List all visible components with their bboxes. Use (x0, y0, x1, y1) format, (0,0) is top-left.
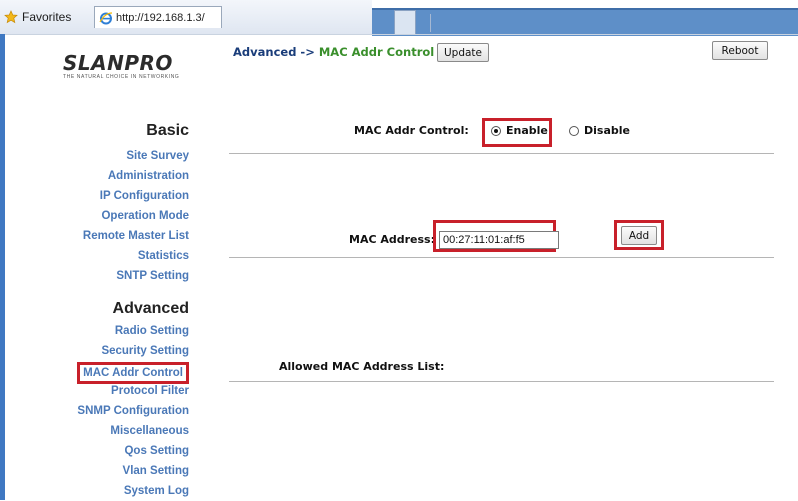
favorites-bar-inner: Favorites http://192.168.1.3/ (0, 0, 372, 35)
disable-label: Disable (584, 124, 630, 137)
sidebar-item-statistics[interactable]: Statistics (0, 246, 189, 266)
radio-selected-dot (494, 128, 498, 133)
main-content: Advanced -> MAC Addr Control Update Rebo… (229, 35, 798, 500)
favorites-bar: Favorites http://192.168.1.3/ (0, 0, 798, 36)
logo-tagline: THE NATURAL CHOICE IN NETWORKING (63, 74, 180, 80)
browser-tab[interactable]: http://192.168.1.3/ (94, 6, 222, 28)
divider-1 (229, 153, 774, 154)
sidebar-item-ip-configuration[interactable]: IP Configuration (0, 186, 189, 206)
mac-control-label: MAC Addr Control: (354, 124, 469, 137)
sidebar-item-administration[interactable]: Administration (0, 166, 189, 186)
enable-label: Enable (506, 124, 548, 137)
sidebar: SLANPRO THE NATURAL CHOICE IN NETWORKING… (5, 35, 225, 500)
sidebar-item-remote-master-list[interactable]: Remote Master List (0, 226, 189, 246)
basic-menu: Site Survey Administration IP Configurat… (0, 146, 189, 286)
star-icon (4, 10, 18, 24)
divider-2 (229, 257, 774, 258)
lanpro-logo: SLANPRO THE NATURAL CHOICE IN NETWORKING (63, 53, 197, 87)
add-button[interactable]: Add (621, 226, 657, 245)
disable-radio[interactable] (569, 125, 579, 136)
sidebar-item-miscellaneous[interactable]: Miscellaneous (0, 421, 189, 441)
divider-3 (229, 381, 774, 382)
new-tab-button[interactable] (394, 10, 416, 35)
sidebar-item-security-setting[interactable]: Security Setting (0, 341, 189, 361)
allowed-mac-list-label: Allowed MAC Address List: (279, 360, 445, 373)
advanced-section-title: Advanced (112, 300, 189, 317)
enable-radio[interactable] (491, 125, 501, 136)
sidebar-item-sntp-setting[interactable]: SNTP Setting (0, 266, 189, 286)
sidebar-item-vlan-setting[interactable]: Vlan Setting (0, 461, 189, 481)
enable-option[interactable]: Enable (491, 124, 548, 137)
advanced-menu: Radio Setting Security Setting MAC Addr … (0, 321, 189, 501)
logo-text: SLANPRO (63, 51, 173, 75)
mac-address-label: MAC Address: (349, 233, 436, 246)
breadcrumb-current: MAC Addr Control (318, 45, 435, 59)
sidebar-item-operation-mode[interactable]: Operation Mode (0, 206, 189, 226)
sidebar-item-qos-setting[interactable]: Qos Setting (0, 441, 189, 461)
favorites-label: Favorites (22, 10, 72, 24)
tab-url: http://192.168.1.3/ (116, 11, 205, 24)
breadcrumb-prefix: Advanced -> (233, 45, 315, 59)
disable-option[interactable]: Disable (569, 124, 630, 137)
sidebar-item-radio-setting[interactable]: Radio Setting (0, 321, 189, 341)
sidebar-item-snmp-configuration[interactable]: SNMP Configuration (0, 401, 189, 421)
tab-separator (430, 14, 431, 32)
sidebar-item-site-survey[interactable]: Site Survey (0, 146, 189, 166)
basic-section-title: Basic (146, 122, 189, 139)
reboot-button[interactable]: Reboot (712, 41, 768, 60)
breadcrumb: Advanced -> MAC Addr Control (233, 45, 434, 59)
favorites-button[interactable]: Favorites (4, 7, 71, 27)
sidebar-item-protocol-filter[interactable]: Protocol Filter (0, 381, 189, 401)
tab-strip (372, 8, 798, 36)
sidebar-item-system-log[interactable]: System Log (0, 481, 189, 501)
update-button[interactable]: Update (437, 43, 489, 62)
mac-address-input[interactable] (439, 231, 559, 249)
internet-explorer-icon (99, 11, 113, 24)
